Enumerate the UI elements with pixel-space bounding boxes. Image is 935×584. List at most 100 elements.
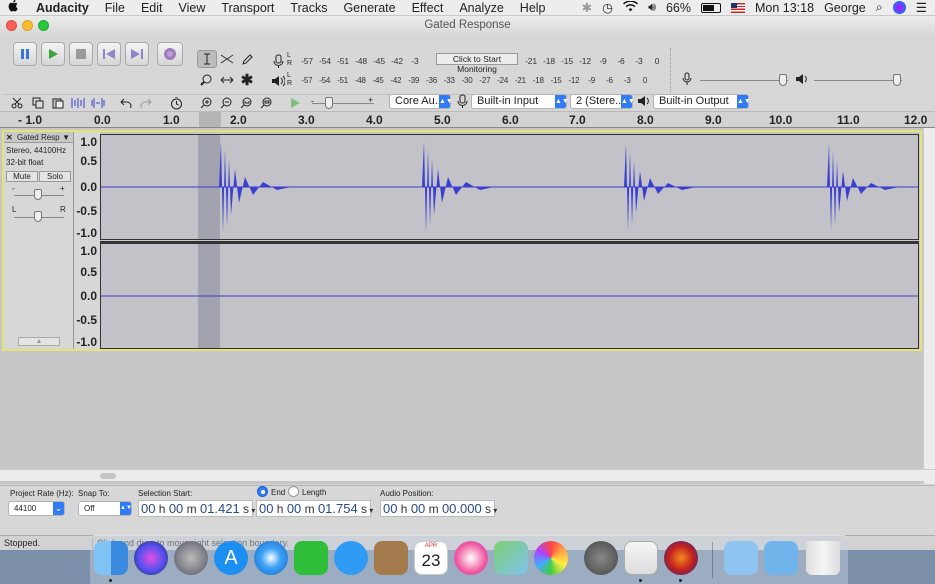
- siri-icon[interactable]: [134, 541, 168, 575]
- cut-icon[interactable]: [8, 94, 26, 112]
- project-rate-select[interactable]: 44100 ⌄: [8, 501, 65, 516]
- close-window-button[interactable]: [6, 20, 17, 31]
- selection-tool-icon[interactable]: [197, 50, 217, 68]
- audacity-icon[interactable]: [664, 541, 698, 575]
- fit-project-icon[interactable]: [257, 94, 275, 112]
- solo-button[interactable]: Solo: [39, 171, 71, 182]
- app-menu-audacity[interactable]: Audacity: [28, 0, 97, 16]
- flag-icon[interactable]: [730, 2, 745, 13]
- system-preferences-icon[interactable]: [584, 541, 618, 575]
- minimize-window-button[interactable]: [22, 20, 33, 31]
- battery-percent[interactable]: 66%: [666, 1, 691, 15]
- stop-button[interactable]: [69, 42, 93, 66]
- calendar-icon[interactable]: APR 23: [414, 541, 448, 575]
- selection-end-field[interactable]: 00 h 00 m 01.754 s ▾: [256, 500, 373, 517]
- gain-slider-thumb[interactable]: [34, 189, 42, 200]
- apple-menu-icon[interactable]: [0, 0, 28, 16]
- play-meter-speaker-icon[interactable]: [270, 73, 286, 89]
- vertical-scrollbar[interactable]: [923, 128, 935, 484]
- bluetooth-icon[interactable]: ✱: [582, 0, 592, 15]
- snap-to-select[interactable]: Off ▲▼: [78, 501, 132, 516]
- track-name-bar[interactable]: ✕ Gated Resp ▼: [4, 132, 73, 143]
- copy-icon[interactable]: [29, 94, 47, 112]
- downloads-folder-icon[interactable]: [764, 541, 798, 575]
- length-radio[interactable]: [288, 486, 299, 497]
- preview-icon[interactable]: [624, 541, 658, 575]
- skip-to-start-button[interactable]: [97, 42, 121, 66]
- record-button[interactable]: [157, 42, 183, 66]
- zoom-in-icon[interactable]: [197, 94, 215, 112]
- end-radio[interactable]: [257, 486, 268, 497]
- menu-file[interactable]: File: [97, 0, 133, 16]
- time-machine-icon[interactable]: ◷: [602, 0, 613, 15]
- redo-icon[interactable]: [137, 94, 155, 112]
- itunes-icon[interactable]: [454, 541, 488, 575]
- wifi-icon[interactable]: [623, 0, 639, 15]
- photos-icon[interactable]: [534, 541, 568, 575]
- app-store-icon[interactable]: A: [214, 541, 248, 575]
- waveform-channel-left[interactable]: [100, 134, 919, 240]
- multi-tool-icon[interactable]: ✱: [238, 71, 256, 89]
- selection-start-field[interactable]: 00 h 00 m 01.421 s ▾: [138, 500, 255, 517]
- record-meter-scale[interactable]: -57 -54 -51 -48 -45 -42 -3: [298, 54, 424, 67]
- facetime-icon[interactable]: [294, 541, 328, 575]
- draw-tool-icon[interactable]: [238, 50, 256, 68]
- start-monitoring-button[interactable]: Click to Start Monitoring: [436, 53, 518, 74]
- sync-lock-icon[interactable]: [167, 94, 185, 112]
- envelope-tool-icon[interactable]: [218, 50, 236, 68]
- recording-volume-slider[interactable]: [700, 80, 788, 81]
- recording-volume-thumb[interactable]: [779, 74, 787, 86]
- timeline-ruler[interactable]: - 1.0 0.0 1.0 2.0 3.0 4.0 5.0 6.0 7.0 8.…: [0, 112, 935, 128]
- vertical-scale[interactable]: 1.0 0.5 0.0 -0.5 -1.0 1.0 0.5 0.0 -0.5 -…: [74, 132, 100, 349]
- menu-view[interactable]: View: [171, 0, 214, 16]
- playback-volume-thumb[interactable]: [893, 74, 901, 86]
- play-speed-slider[interactable]: [312, 103, 374, 104]
- menu-effect[interactable]: Effect: [404, 0, 452, 16]
- user-name[interactable]: George: [824, 1, 866, 15]
- mute-button[interactable]: Mute: [6, 171, 38, 182]
- battery-icon[interactable]: [700, 2, 721, 13]
- record-meter-mic-icon[interactable]: [270, 53, 286, 69]
- maps-icon[interactable]: [494, 541, 528, 575]
- menu-help[interactable]: Help: [512, 0, 554, 16]
- undo-icon[interactable]: [117, 94, 135, 112]
- play-meter-scale[interactable]: -57 -54 -51 -48 -45 -42 -39 -36 -33 -30 …: [298, 74, 654, 87]
- play-button[interactable]: [41, 42, 65, 66]
- trim-audio-icon[interactable]: [69, 94, 87, 112]
- output-device-select[interactable]: Built-in Output ▲▼: [653, 94, 751, 109]
- audio-host-select[interactable]: Core Au... ▲▼: [389, 94, 453, 109]
- pan-slider-thumb[interactable]: [34, 211, 42, 222]
- playback-volume-slider[interactable]: [814, 80, 902, 81]
- zoom-tool-icon[interactable]: [197, 71, 215, 89]
- paste-icon[interactable]: [49, 94, 67, 112]
- zoom-window-button[interactable]: [38, 20, 49, 31]
- toolbar-grip[interactable]: [670, 48, 672, 92]
- fit-selection-icon[interactable]: [237, 94, 255, 112]
- zoom-out-icon[interactable]: [217, 94, 235, 112]
- horizontal-scroll-thumb[interactable]: [100, 473, 116, 479]
- track-area[interactable]: ✕ Gated Resp ▼ Stereo, 44100Hz 32-bit fl…: [0, 128, 935, 484]
- menu-generate[interactable]: Generate: [335, 0, 403, 16]
- spotlight-icon[interactable]: ⌕: [876, 0, 883, 15]
- time-shift-tool-icon[interactable]: [218, 71, 236, 89]
- play-speed-thumb[interactable]: [325, 97, 333, 109]
- finder-icon[interactable]: [94, 541, 128, 575]
- silence-audio-icon[interactable]: [89, 94, 107, 112]
- safari-icon[interactable]: [254, 541, 288, 575]
- volume-icon[interactable]: 🔊︎: [648, 0, 656, 15]
- collapse-track-button[interactable]: ▲: [18, 337, 60, 346]
- horizontal-scrollbar[interactable]: [0, 469, 935, 481]
- launchpad-icon[interactable]: [174, 541, 208, 575]
- input-channels-select[interactable]: 2 (Stere... ▲▼: [570, 94, 635, 109]
- notification-center-icon[interactable]: ☰: [916, 0, 927, 15]
- clock[interactable]: Mon 13:18: [755, 1, 814, 15]
- menu-analyze[interactable]: Analyze: [451, 0, 511, 16]
- waveform-channel-right[interactable]: [100, 243, 919, 349]
- menu-tracks[interactable]: Tracks: [282, 0, 335, 16]
- play-at-speed-icon[interactable]: [287, 94, 305, 112]
- messages-icon[interactable]: [334, 541, 368, 575]
- pause-button[interactable]: [13, 42, 37, 66]
- menu-transport[interactable]: Transport: [213, 0, 282, 16]
- track-menu-chevron-icon[interactable]: ▼: [62, 132, 70, 143]
- contacts-icon[interactable]: [374, 541, 408, 575]
